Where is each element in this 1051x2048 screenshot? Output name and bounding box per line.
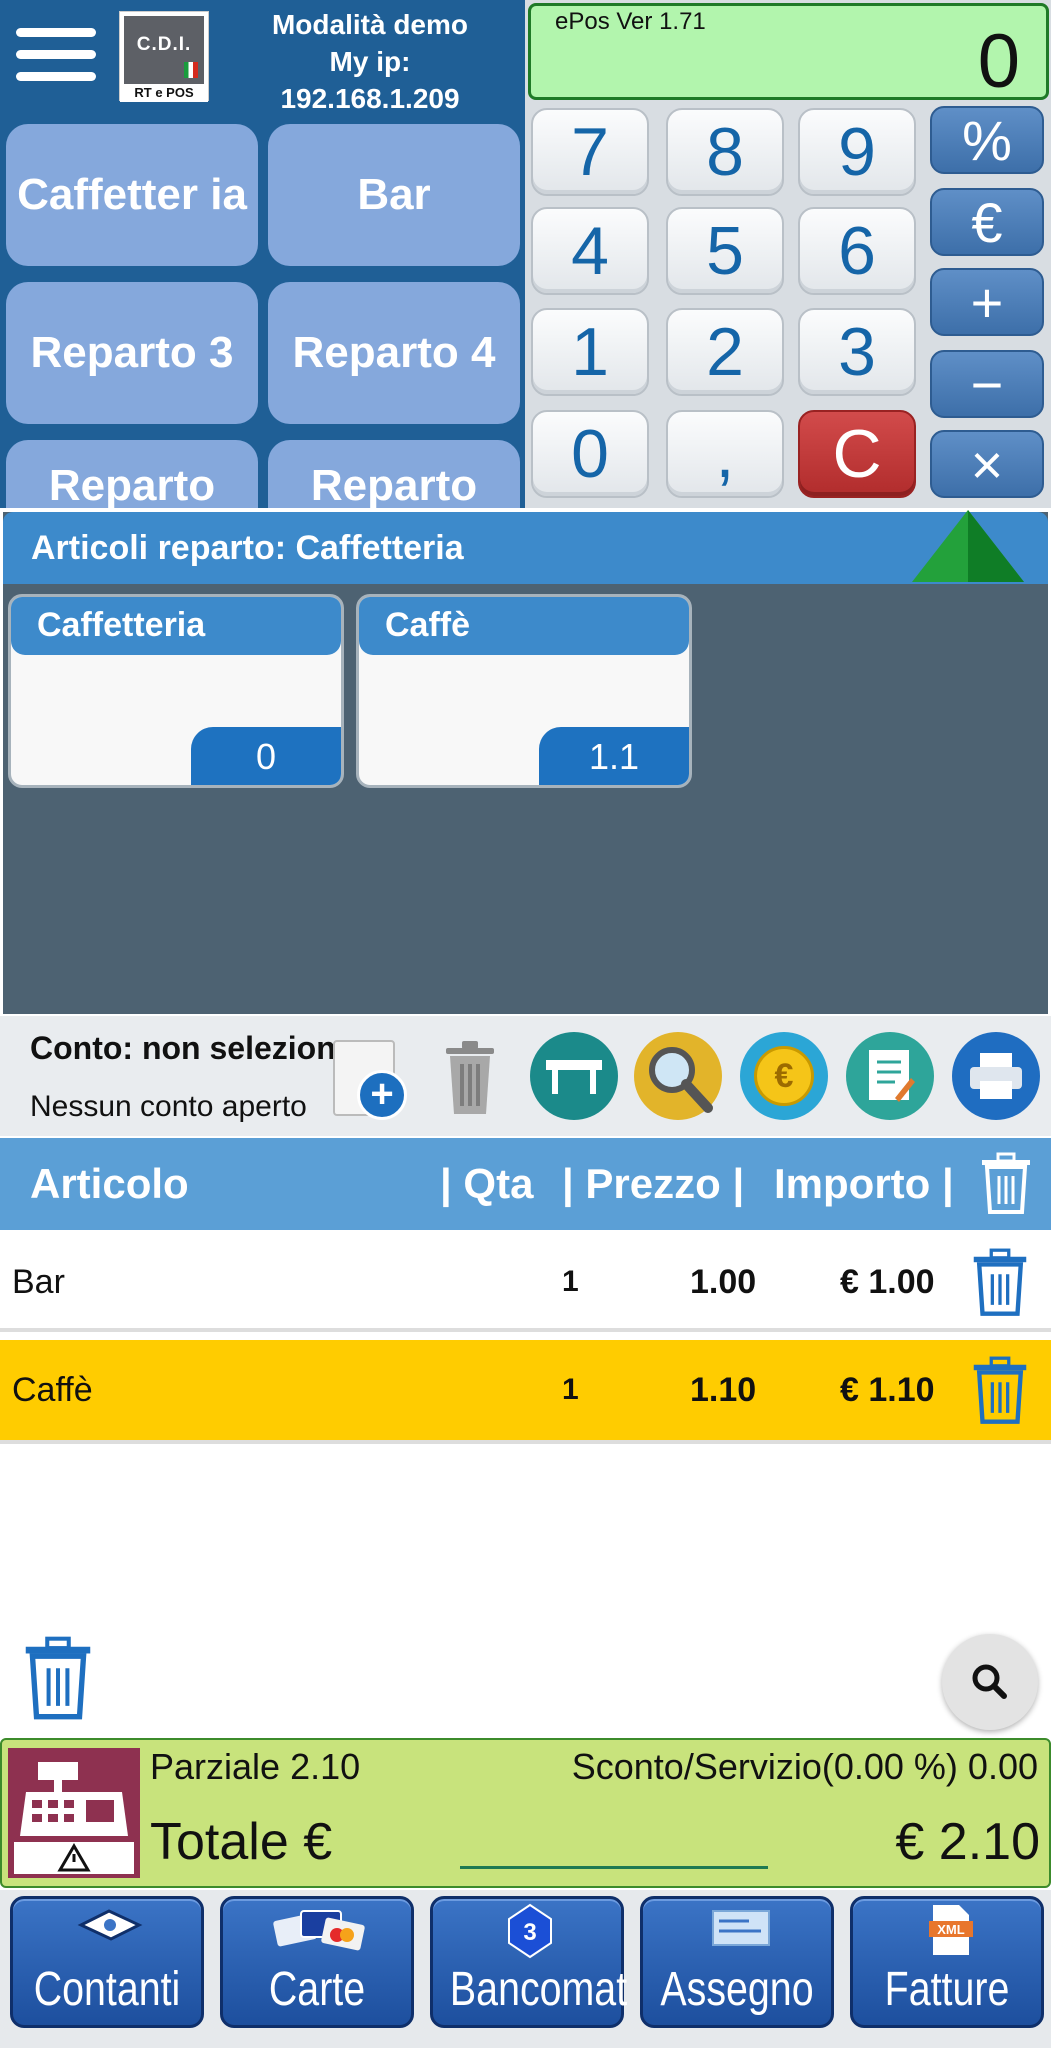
clear-all-trash-icon[interactable] <box>978 1152 1034 1226</box>
logo-text-top: C.D.I. <box>136 34 192 55</box>
account-subtitle: Nessun conto aperto <box>30 1090 307 1123</box>
calculator-display: ePos Ver 1.71 0 <box>528 3 1049 104</box>
total-underline <box>460 1866 768 1869</box>
article-card[interactable]: Caffetteria 0 <box>8 594 344 788</box>
collapse-arrow-shade <box>968 510 1024 582</box>
header-articolo: Articolo <box>30 1160 189 1207</box>
header-prezzo: | Prezzo | <box>562 1160 745 1207</box>
row-importo: € 1.10 <box>840 1371 935 1409</box>
row-articolo: Caffè <box>12 1371 93 1409</box>
department-button[interactable]: Caffetter ia <box>6 124 258 266</box>
key-2[interactable]: 2 <box>666 308 784 396</box>
article-price: 0 <box>191 727 341 785</box>
row-prezzo: 1.10 <box>690 1371 757 1409</box>
delete-account-icon[interactable] <box>440 1038 500 1118</box>
demo-mode-info: Modalità demo My ip: 192.168.1.209 <box>230 6 510 117</box>
table-row[interactable]: Bar 1 1.00 € 1.00 <box>0 1232 1051 1332</box>
partial-label: Parziale 2.10 <box>150 1746 361 1787</box>
key-8[interactable]: 8 <box>666 108 784 196</box>
svg-text:XML: XML <box>937 1922 965 1937</box>
minus-key[interactable]: − <box>930 350 1044 418</box>
banknote-icon <box>77 1909 143 1941</box>
key-1[interactable]: 1 <box>531 308 649 396</box>
new-account-button[interactable]: + <box>333 1040 407 1120</box>
display-value: 0 <box>977 19 1020 104</box>
article-name: Caffè <box>359 597 689 655</box>
cash-label: Contanti <box>33 1963 181 2016</box>
italian-flag-icon <box>184 62 198 78</box>
department-button[interactable]: Bar <box>268 124 520 266</box>
bancomat-button[interactable]: 3 Bancomat <box>430 1896 628 2028</box>
header-importo: Importo | <box>774 1160 954 1207</box>
row-prezzo: 1.00 <box>690 1263 757 1301</box>
key-6[interactable]: 6 <box>798 207 916 295</box>
account-title: Conto: non selezionato <box>30 1030 340 1066</box>
key-3[interactable]: 3 <box>798 308 916 396</box>
logo-text-bottom: RT e POS <box>120 84 208 102</box>
euro-coin-icon[interactable]: € <box>740 1032 828 1120</box>
row-qta: 1 <box>562 1373 579 1406</box>
ip-label: My ip: <box>329 46 411 77</box>
plus-key[interactable]: + <box>930 268 1044 336</box>
cards-label: Carte <box>268 1963 366 2016</box>
key-9[interactable]: 9 <box>798 108 916 196</box>
row-importo: € 1.00 <box>840 1263 935 1301</box>
department-button[interactable]: Reparto 4 <box>268 282 520 424</box>
menu-icon[interactable] <box>0 20 110 90</box>
department-button[interactable]: Reparto <box>6 440 258 508</box>
order-table-header: Articolo | Qta | Prezzo | Importo | <box>0 1138 1051 1230</box>
credit-cards-icon <box>273 1910 365 1951</box>
top-left-panel: C.D.I. RT e POS Modalità demo My ip: 192… <box>0 0 525 508</box>
row-trash-icon[interactable] <box>966 1248 1034 1327</box>
invoices-button[interactable]: XML Fatture <box>850 1896 1044 2028</box>
key-0[interactable]: 0 <box>531 410 649 498</box>
magnifier-icon <box>972 1664 1007 1699</box>
key-5[interactable]: 5 <box>666 207 784 295</box>
invoices-label: Fatture <box>884 1963 1010 2016</box>
ip-address: 192.168.1.209 <box>280 83 460 114</box>
check-icon <box>712 1910 770 1946</box>
xml-file-icon: XML <box>929 1905 973 1955</box>
bancomat-logo-icon: 3 <box>508 1903 552 1959</box>
cards-button[interactable]: Carte <box>220 1896 414 2028</box>
version-label: ePos Ver 1.71 <box>555 8 706 35</box>
department-button[interactable]: Reparto 3 <box>6 282 258 424</box>
percent-key[interactable]: % <box>930 106 1044 174</box>
row-trash-icon[interactable] <box>966 1356 1034 1435</box>
discount-label: Sconto/Servizio(0.00 %) 0.00 <box>571 1746 1038 1787</box>
key-4[interactable]: 4 <box>531 207 649 295</box>
key-clear[interactable]: C <box>798 410 916 498</box>
bancomat-label: Bancomat <box>449 1963 628 2016</box>
cash-register-icon[interactable] <box>8 1748 140 1878</box>
key-comma[interactable]: , <box>666 410 784 498</box>
article-price: 1.1 <box>539 727 689 785</box>
row-articolo: Bar <box>12 1263 65 1301</box>
plus-icon: + <box>357 1070 407 1120</box>
notes-icon[interactable] <box>846 1032 934 1120</box>
articles-header: Articoli reparto: Caffetteria <box>3 512 1048 584</box>
demo-mode-label: Modalità demo <box>271 9 468 40</box>
total-label: Totale € <box>150 1813 333 1871</box>
table-icon[interactable] <box>530 1032 618 1120</box>
table-row[interactable]: Caffè 1 1.10 € 1.10 <box>0 1340 1051 1444</box>
check-label: Assegno <box>660 1963 814 2016</box>
article-card[interactable]: Caffè 1.1 <box>356 594 692 788</box>
floating-search-button[interactable] <box>942 1634 1038 1730</box>
key-7[interactable]: 7 <box>531 108 649 196</box>
svg-text:3: 3 <box>523 1919 536 1946</box>
department-button[interactable]: Reparto <box>268 440 520 508</box>
total-value: € 2.10 <box>895 1813 1040 1871</box>
cdi-logo: C.D.I. RT e POS <box>119 11 209 102</box>
clear-order-trash-icon[interactable] <box>18 1636 98 1727</box>
article-name: Caffetteria <box>11 597 341 655</box>
check-button[interactable]: Assegno <box>640 1896 834 2028</box>
header-qta: | Qta <box>440 1160 534 1207</box>
search-icon[interactable] <box>634 1032 722 1120</box>
multiply-key[interactable]: × <box>930 430 1044 498</box>
row-qta: 1 <box>562 1265 579 1298</box>
cash-button[interactable]: Contanti <box>10 1896 204 2028</box>
printer-icon[interactable] <box>952 1032 1040 1120</box>
euro-key[interactable]: € <box>930 188 1044 256</box>
